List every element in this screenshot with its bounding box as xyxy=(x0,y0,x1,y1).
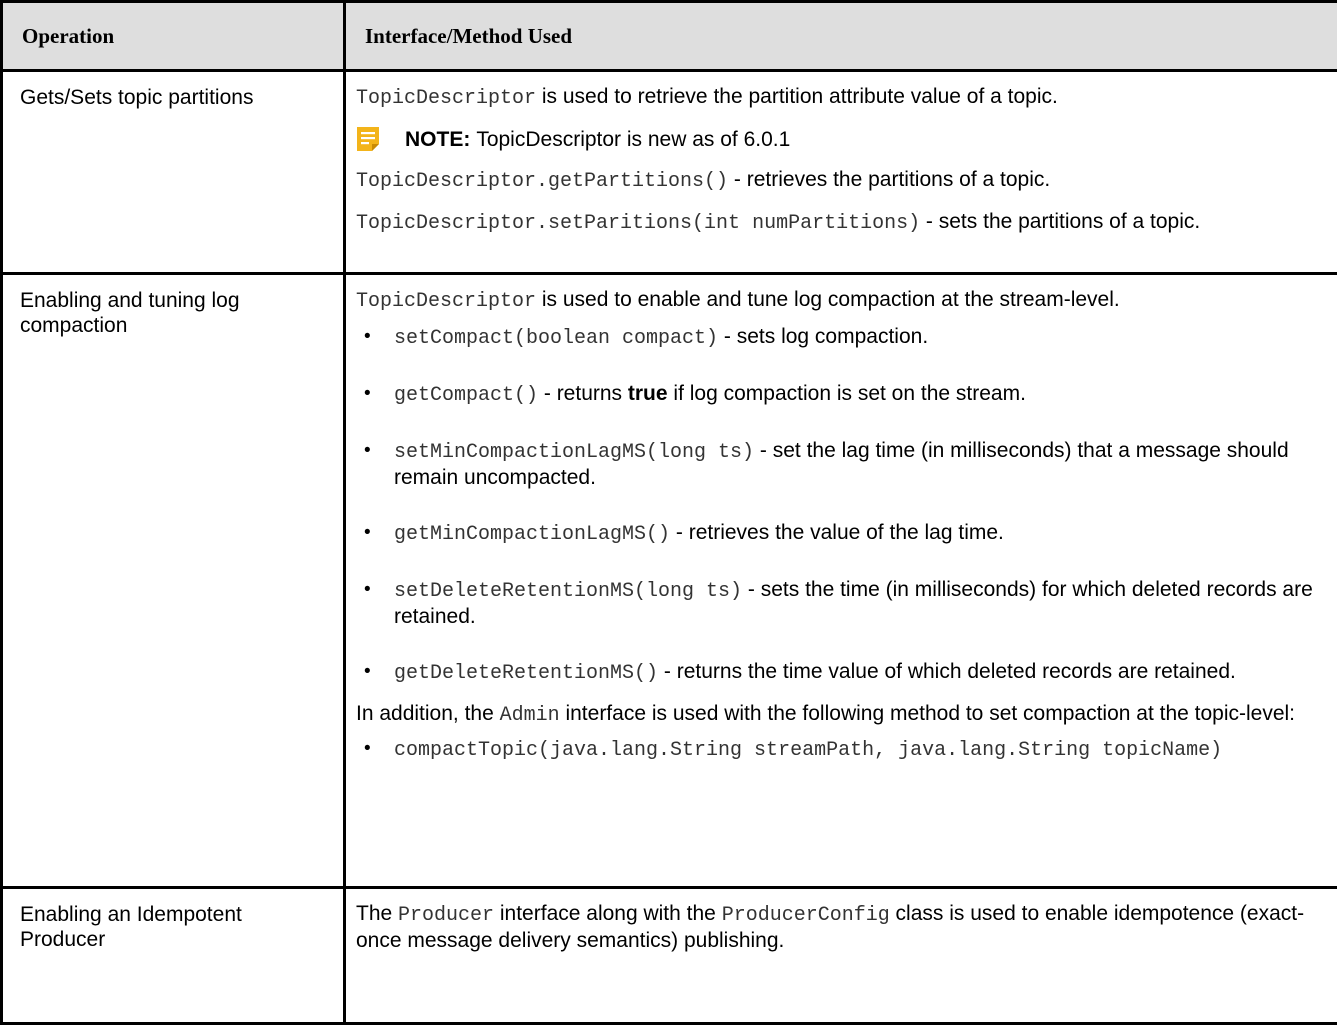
description-cell: The Producer interface along with the Pr… xyxy=(345,888,1337,1024)
list-item: • compactTopic(java.lang.String streamPat… xyxy=(356,736,1333,763)
bullet-icon: • xyxy=(364,577,371,602)
description-cell: TopicDescriptor is used to retrieve the … xyxy=(345,71,1337,274)
item-text: if log compaction is set on the stream. xyxy=(668,382,1026,405)
bullet-icon: • xyxy=(364,438,371,463)
addition-paragraph: In addition, the Admin interface is used… xyxy=(356,701,1333,728)
list-item: •setMinCompactionLagMS(long ts) - set th… xyxy=(356,438,1333,490)
item-text: - sets log compaction. xyxy=(718,325,928,348)
item-text: - returns xyxy=(538,382,628,405)
code-span: TopicDescriptor.setParitions(int numPart… xyxy=(356,212,920,235)
get-partitions-paragraph: TopicDescriptor.getPartitions() - retrie… xyxy=(356,167,1333,194)
code-span: setDeleteRetentionMS(long ts) xyxy=(394,580,742,603)
lead-paragraph: TopicDescriptor is used to retrieve the … xyxy=(356,84,1333,111)
operation-cell: Enabling and tuning log compaction xyxy=(2,274,345,888)
bullet-icon: • xyxy=(364,324,371,349)
list-item: • setCompact(boolean compact) - sets log … xyxy=(356,324,1333,351)
note-callout: NOTE:TopicDescriptor is new as of 6.0.1 xyxy=(356,126,1333,152)
producer-text: The xyxy=(356,902,398,925)
list-item: • getDeleteRetentionMS() - returns the ti… xyxy=(356,659,1333,686)
admin-method-list: • compactTopic(java.lang.String streamPat… xyxy=(356,736,1333,763)
code-span: ProducerConfig xyxy=(722,904,890,927)
api-table-container: Operation Interface/Method Used Gets/Set… xyxy=(0,0,1337,1025)
header-interface: Interface/Method Used xyxy=(345,2,1337,71)
set-partitions-text: - sets the partitions of a topic. xyxy=(920,210,1200,233)
addition-text: interface is used with the following met… xyxy=(560,702,1295,725)
note-label: NOTE: xyxy=(405,127,470,152)
table-header-row: Operation Interface/Method Used xyxy=(2,2,1337,71)
producer-paragraph: The Producer interface along with the Pr… xyxy=(356,901,1333,953)
lead-paragraph: TopicDescriptor is used to enable and tu… xyxy=(356,287,1333,314)
code-span: TopicDescriptor xyxy=(356,290,536,313)
table-row: Enabling and tuning log compaction Topic… xyxy=(2,274,1337,888)
bullet-icon: • xyxy=(364,381,371,406)
code-span: setCompact(boolean compact) xyxy=(394,327,718,350)
method-list: • setCompact(boolean compact) - sets log … xyxy=(356,324,1333,686)
code-span: TopicDescriptor xyxy=(356,87,536,110)
bullet-icon: • xyxy=(364,736,371,761)
operation-cell: Gets/Sets topic partitions xyxy=(2,71,345,274)
list-item: • getCompact() - returns true if log comp… xyxy=(356,381,1333,408)
addition-text: In addition, the xyxy=(356,702,500,725)
code-span: TopicDescriptor.getPartitions() xyxy=(356,170,728,193)
description-cell: TopicDescriptor is used to enable and tu… xyxy=(345,274,1337,888)
code-span: getMinCompactionLagMS() xyxy=(394,523,670,546)
api-table: Operation Interface/Method Used Gets/Set… xyxy=(0,0,1337,1025)
header-operation: Operation xyxy=(2,2,345,71)
code-span: getCompact() xyxy=(394,384,538,407)
list-item: • getMinCompactionLagMS() - retrieves the… xyxy=(356,520,1333,547)
bullet-icon: • xyxy=(364,659,371,684)
producer-text: interface along with the xyxy=(494,902,722,925)
lead-text: is used to enable and tune log compactio… xyxy=(536,288,1120,311)
bullet-icon: • xyxy=(364,520,371,545)
item-text: - returns the time value of which delete… xyxy=(658,660,1236,683)
item-text: - retrieves the value of the lag time. xyxy=(670,521,1004,544)
table-row: Gets/Sets topic partitions TopicDescript… xyxy=(2,71,1337,274)
code-span: Producer xyxy=(398,904,494,927)
note-text: TopicDescriptor is new as of 6.0.1 xyxy=(476,127,790,152)
item-bold: true xyxy=(628,382,668,405)
lead-text: is used to retrieve the partition attrib… xyxy=(536,85,1058,108)
code-span: compactTopic(java.lang.String streamPath… xyxy=(394,739,1222,762)
list-item: •setDeleteRetentionMS(long ts) - sets th… xyxy=(356,577,1333,629)
code-span: setMinCompactionLagMS(long ts) xyxy=(394,441,754,464)
note-icon xyxy=(356,126,380,152)
code-span: Admin xyxy=(500,704,560,727)
table-row: Enabling an Idempotent Producer The Prod… xyxy=(2,888,1337,1024)
operation-cell: Enabling an Idempotent Producer xyxy=(2,888,345,1024)
set-partitions-paragraph: TopicDescriptor.setParitions(int numPart… xyxy=(356,209,1333,236)
get-partitions-text: - retrieves the partitions of a topic. xyxy=(728,168,1050,191)
code-span: getDeleteRetentionMS() xyxy=(394,662,658,685)
